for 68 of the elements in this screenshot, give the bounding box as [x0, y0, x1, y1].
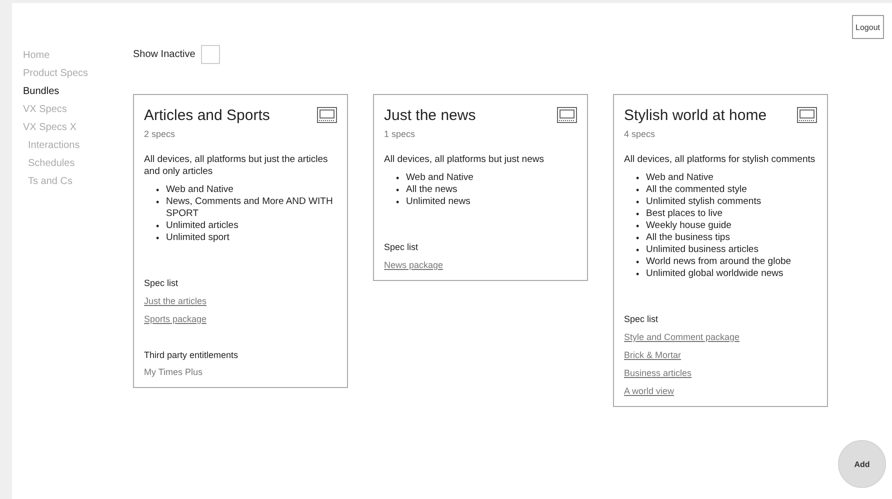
- entitlements-heading: Third party entitlements: [144, 350, 240, 360]
- bullet-mark: •: [396, 196, 400, 208]
- nav-item[interactable]: Product Specs: [23, 65, 88, 83]
- feature-item: News, Comments and More AND WITH SPORT: [166, 196, 334, 220]
- spec-link[interactable]: Just the articles: [144, 296, 207, 306]
- bullet-mark: •: [636, 196, 640, 208]
- feature-item: All the news: [406, 184, 458, 196]
- bundle-title: Articles and Sports: [144, 107, 270, 124]
- bullet-mark: •: [396, 172, 400, 184]
- bundle-description: All devices, all platforms but just the articles and only articles: [144, 154, 329, 178]
- nav-item[interactable]: Bundles: [23, 83, 60, 101]
- bullet-mark: •: [156, 196, 160, 208]
- bullet-mark: •: [636, 208, 640, 220]
- film-icon: [317, 107, 337, 123]
- spec-link[interactable]: A world view: [624, 386, 674, 396]
- filter-label: Show Inactive: [133, 48, 196, 60]
- entitlement-item: My Times Plus: [144, 367, 204, 377]
- nav-item[interactable]: VX Specs X: [23, 119, 76, 137]
- spec-link[interactable]: News package: [384, 260, 444, 270]
- bullet-mark: •: [636, 244, 640, 256]
- feature-item: Unlimited articles: [166, 220, 238, 232]
- spec-list-heading: Spec list: [144, 278, 180, 288]
- spec-list-heading: Spec list: [384, 242, 420, 252]
- feature-item: Weekly house guide: [646, 220, 732, 232]
- bullet-mark: •: [636, 268, 640, 280]
- spec-link[interactable]: Style and Comment package: [624, 332, 740, 342]
- spec-link[interactable]: Brick & Mortar: [624, 350, 682, 360]
- checkbox[interactable]: [201, 44, 220, 64]
- film-icon: [557, 107, 577, 123]
- feature-item: Unlimited global worldwide news: [646, 268, 784, 280]
- nav-item[interactable]: Schedules: [23, 155, 75, 173]
- feature-item: All the business tips: [646, 232, 730, 244]
- bullet-mark: •: [636, 172, 640, 184]
- spec-link[interactable]: Business articles: [624, 368, 692, 378]
- bullet-mark: •: [636, 232, 640, 244]
- spec-count: 2 specs: [144, 129, 176, 139]
- spec-count: 4 specs: [624, 129, 656, 139]
- feature-item: All the commented style: [646, 184, 747, 196]
- add-button[interactable]: Add: [838, 440, 886, 488]
- bullet-mark: •: [156, 232, 160, 244]
- feature-item: World news from around the globe: [646, 256, 792, 268]
- feature-item: Web and Native: [406, 172, 474, 184]
- bundle-description: All devices, all platforms but just news: [384, 154, 545, 166]
- feature-item: Unlimited stylish comments: [646, 196, 762, 208]
- feature-item: Web and Native: [166, 184, 234, 196]
- bundle-title: Just the news: [384, 107, 476, 124]
- nav-item[interactable]: Ts and Cs: [23, 173, 72, 191]
- bullet-mark: •: [636, 256, 640, 268]
- bullet-mark: •: [636, 184, 640, 196]
- feature-item: Unlimited news: [406, 196, 470, 208]
- feature-item: Unlimited business articles: [646, 244, 758, 256]
- bullet-mark: •: [636, 220, 640, 232]
- spec-list-heading: Spec list: [624, 314, 660, 324]
- nav-item[interactable]: VX Specs: [23, 101, 67, 119]
- bundle-title: Stylish world at home: [624, 107, 767, 124]
- spec-count: 1 specs: [384, 129, 416, 139]
- bundle-description: All devices, all platforms for stylish comments: [624, 154, 816, 166]
- feature-item: Unlimited sport: [166, 232, 230, 244]
- feature-item: Web and Native: [646, 172, 714, 184]
- film-icon: [797, 107, 817, 123]
- logout-button[interactable]: Logout: [852, 15, 884, 39]
- bullet-mark: •: [156, 220, 160, 232]
- bullet-mark: •: [156, 184, 160, 196]
- nav-item[interactable]: Interactions: [23, 137, 80, 155]
- nav-item[interactable]: Home: [23, 47, 50, 65]
- spec-link[interactable]: Sports package: [144, 314, 207, 324]
- bullet-mark: •: [396, 184, 400, 196]
- feature-item: Best places to live: [646, 208, 723, 220]
